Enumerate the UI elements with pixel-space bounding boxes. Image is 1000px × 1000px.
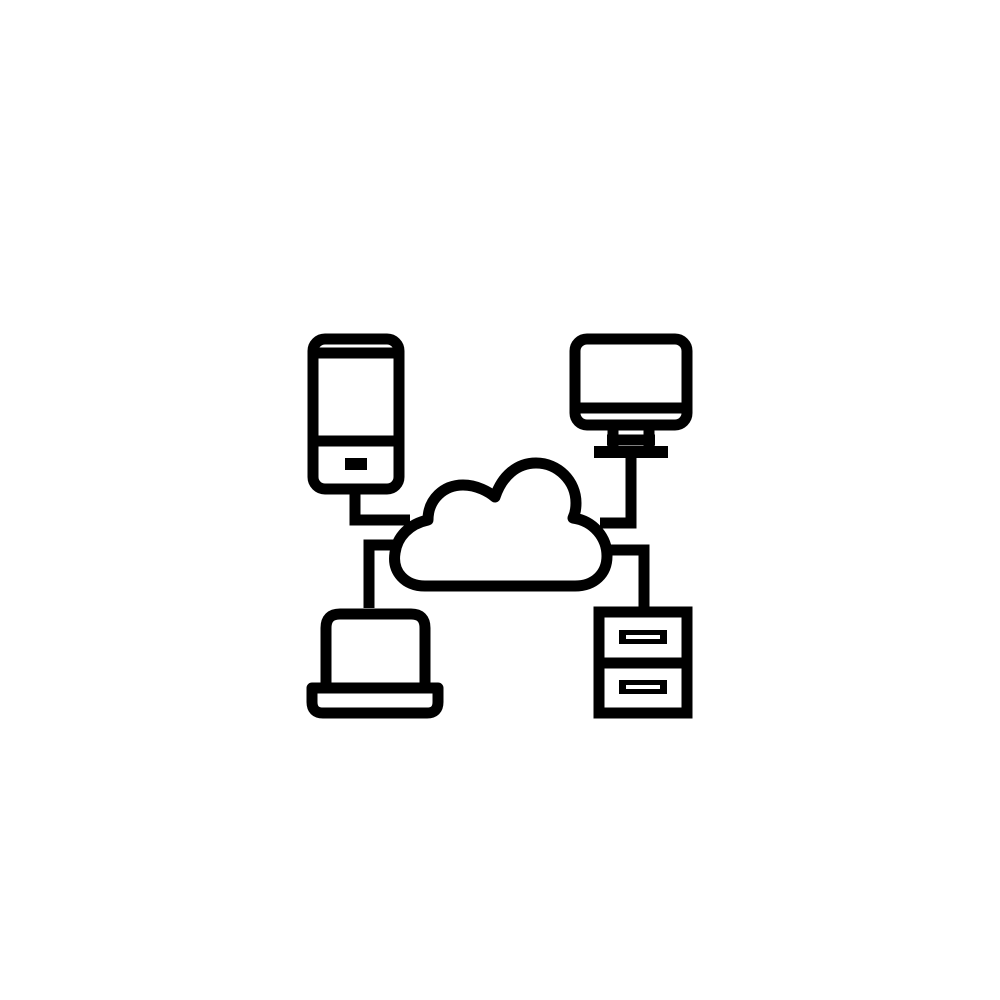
server-icon [593,606,693,719]
smartphone-icon [307,333,405,495]
desktop-monitor-icon [569,333,693,458]
laptop-icon [306,608,444,719]
cloud-network-icon [306,333,693,719]
icon-canvas [0,0,1000,1000]
cloud-icon [389,457,613,592]
